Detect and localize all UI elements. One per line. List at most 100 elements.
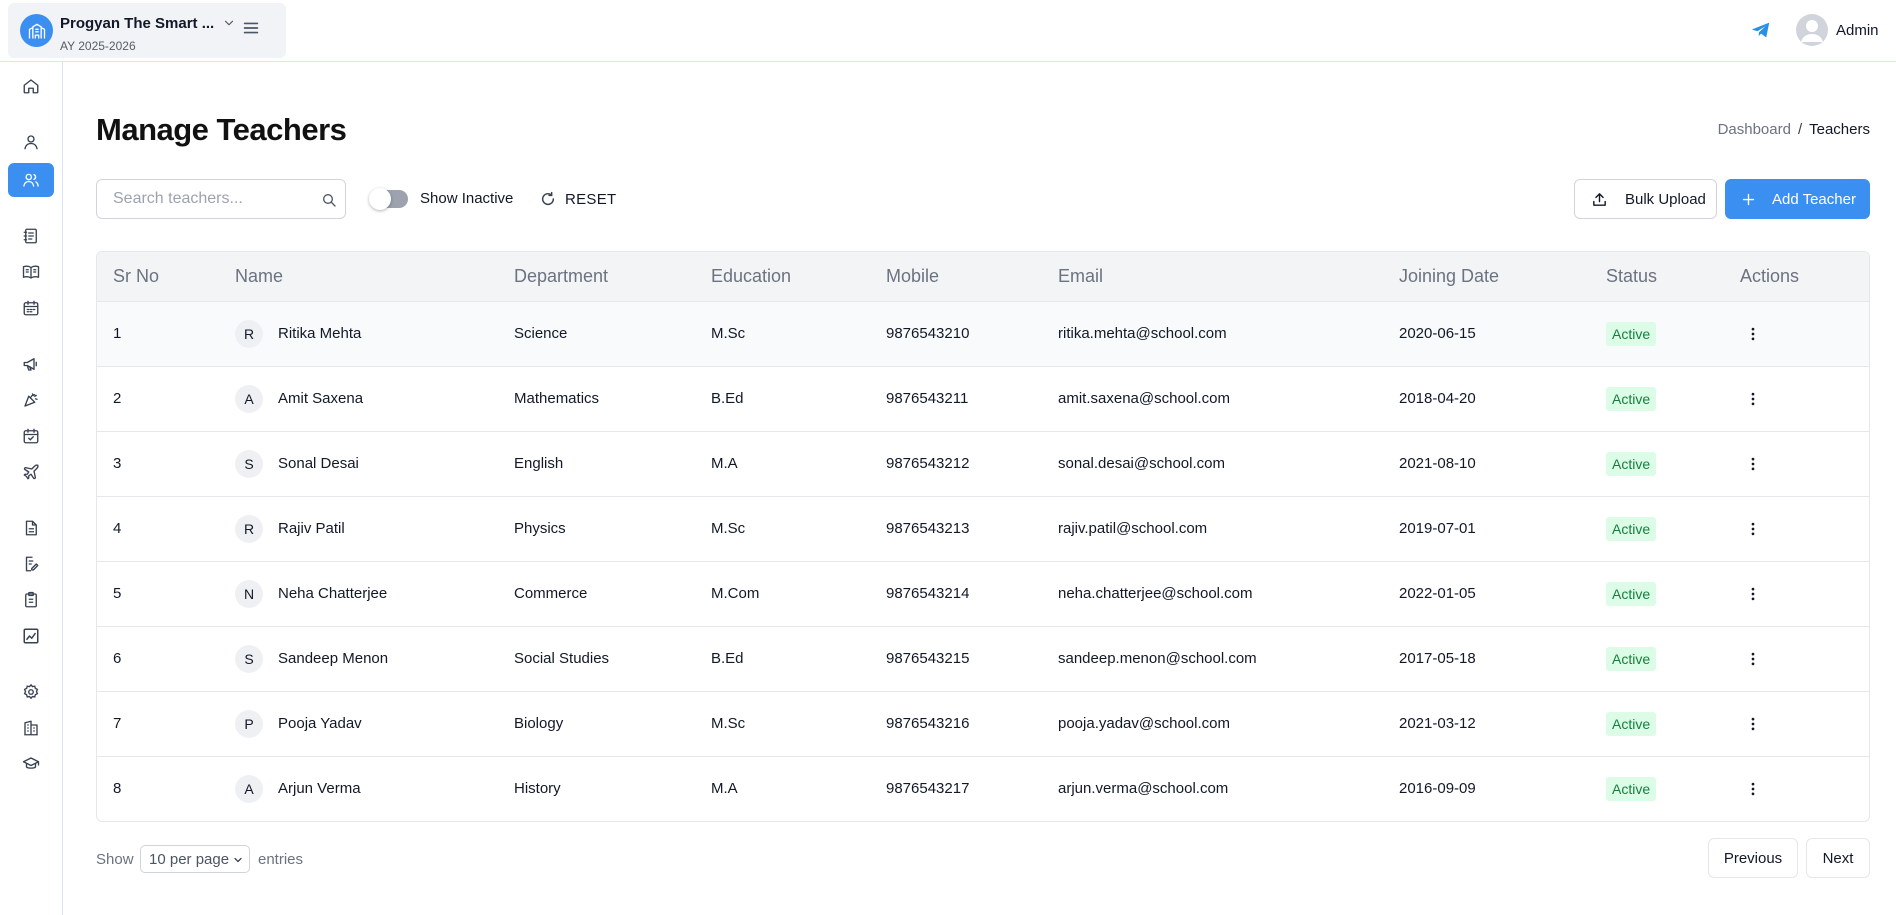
add-teacher-label: Add Teacher	[1772, 190, 1856, 208]
table-row[interactable]: 2 A Amit Saxena Mathematics B.Ed 9876543211 am…	[97, 366, 1869, 431]
sidebar-item-exams[interactable]	[8, 583, 54, 617]
column-header[interactable]: Email	[1042, 252, 1383, 302]
per-page-select[interactable]: 10 per page	[140, 845, 250, 873]
table-row[interactable]: 8 A Arjun Verma History M.A 9876543217 arjun.v…	[97, 756, 1869, 821]
name-cell: R Ritika Mehta	[235, 319, 498, 348]
reset-button[interactable]: RESET	[540, 189, 617, 209]
chart-image-icon	[23, 628, 39, 644]
sidebar-item-library[interactable]	[8, 255, 54, 289]
user-menu[interactable]: Admin	[1796, 14, 1879, 46]
sidebar-item-assignments[interactable]	[8, 547, 54, 581]
cell-mobile: 9876543214	[886, 585, 970, 602]
megaphone-icon	[23, 358, 37, 371]
notebook-icon	[23, 228, 37, 244]
sidebar-item-reports[interactable]	[8, 619, 54, 653]
search-input[interactable]	[97, 180, 317, 218]
sidebar-item-documents[interactable]	[8, 511, 54, 545]
menu-icon[interactable]	[240, 17, 262, 39]
name-cell: A Amit Saxena	[235, 384, 498, 413]
status-badge: Active	[1606, 386, 1657, 411]
sidebar-item-profile[interactable]	[8, 125, 54, 159]
add-teacher-button[interactable]: Add Teacher	[1725, 179, 1870, 219]
sidebar-item-notebook[interactable]	[8, 219, 54, 253]
cell-sr-no: 8	[113, 780, 122, 798]
sidebar-item-academics[interactable]	[8, 747, 54, 781]
sidebar-item-trips[interactable]	[8, 455, 54, 489]
academic-year: AY 2025-2026	[60, 39, 136, 53]
cell-mobile: 9876543216	[886, 715, 970, 732]
cell-department: Biology	[514, 715, 564, 732]
column-header[interactable]: Mobile	[870, 252, 1042, 302]
show-inactive-toggle[interactable]	[369, 188, 408, 210]
breadcrumb-dashboard[interactable]: Dashboard	[1718, 121, 1791, 138]
more-vertical-icon[interactable]	[1744, 715, 1762, 733]
bulk-upload-button[interactable]: Bulk Upload	[1574, 179, 1717, 219]
table-row[interactable]: 1 R Ritika Mehta Science M.Sc 9876543210 ritik…	[97, 301, 1869, 366]
sidebar	[0, 62, 63, 915]
avatar: S	[235, 644, 263, 673]
breadcrumb-separator: /	[1797, 121, 1803, 138]
column-header[interactable]: Sr No	[97, 252, 219, 302]
cell-education: M.Com	[711, 585, 760, 602]
previous-page-button[interactable]: Previous	[1708, 838, 1798, 878]
table-row[interactable]: 3 S Sonal Desai English M.A 9876543212 sonal.d…	[97, 431, 1869, 496]
chevron-down-icon[interactable]	[222, 16, 236, 30]
avatar: P	[235, 709, 263, 738]
cell-joining-date: 2019-07-01	[1399, 520, 1476, 537]
status-badge: Active	[1606, 321, 1657, 346]
more-vertical-icon[interactable]	[1744, 520, 1762, 538]
cell-mobile: 9876543210	[886, 325, 970, 342]
sidebar-item-settings[interactable]	[8, 675, 54, 709]
column-header[interactable]: Status	[1590, 252, 1724, 302]
cell-email: neha.chatterjee@school.com	[1058, 585, 1253, 602]
cell-sr-no: 5	[113, 585, 122, 602]
sidebar-item-teachers[interactable]	[8, 163, 54, 197]
next-page-button[interactable]: Next	[1806, 838, 1870, 878]
upload-icon	[1593, 192, 1606, 206]
search-icon[interactable]	[321, 192, 337, 208]
column-header[interactable]: Department	[498, 252, 695, 302]
cell-mobile: 9876543215	[886, 650, 970, 667]
cell-sr-no: 4	[113, 520, 122, 537]
more-vertical-icon[interactable]	[1744, 650, 1762, 668]
cell-email: arjun.verma@school.com	[1058, 780, 1229, 798]
sidebar-item-schedule[interactable]	[8, 419, 54, 453]
cell-sr-no: 2	[113, 390, 122, 407]
cell-mobile: 9876543213	[886, 520, 970, 537]
cell-email: ritika.mehta@school.com	[1058, 325, 1227, 342]
cell-education: M.Sc	[711, 715, 746, 732]
show-inactive-label: Show Inactive	[420, 190, 514, 207]
cell-status: Active	[1590, 366, 1724, 431]
column-header[interactable]: Joining Date	[1383, 252, 1590, 302]
avatar: R	[235, 514, 263, 543]
more-vertical-icon[interactable]	[1744, 455, 1762, 473]
more-vertical-icon[interactable]	[1744, 390, 1762, 408]
cell-name: S Sonal Desai	[219, 431, 498, 496]
cell-department: History	[514, 780, 561, 798]
school-name: Progyan The Smart ...	[60, 15, 215, 32]
column-header[interactable]: Education	[695, 252, 870, 302]
gear-icon	[23, 683, 39, 700]
cell-mobile: 9876543211	[886, 390, 969, 407]
sidebar-item-events[interactable]	[8, 383, 54, 417]
more-vertical-icon[interactable]	[1744, 585, 1762, 603]
more-vertical-icon[interactable]	[1744, 325, 1762, 343]
telegram-icon[interactable]	[1750, 19, 1772, 41]
table-row[interactable]: 6 S Sandeep Menon Social Studies B.Ed 9876543…	[97, 626, 1869, 691]
cell-joining-date: 2021-08-10	[1399, 455, 1476, 472]
table-row[interactable]: 7 P Pooja Yadav Biology M.Sc 9876543216 pooja.…	[97, 691, 1869, 756]
column-header[interactable]: Name	[219, 252, 498, 302]
table-row[interactable]: 5 N Neha Chatterjee Commerce M.Com 9876543214…	[97, 561, 1869, 626]
sidebar-item-home[interactable]	[8, 69, 54, 103]
avatar: N	[235, 579, 263, 608]
sidebar-item-school[interactable]	[8, 711, 54, 745]
cell-email: amit.saxena@school.com	[1058, 390, 1230, 407]
name-cell: R Rajiv Patil	[235, 514, 498, 543]
cell-sr-no: 3	[113, 455, 122, 472]
sidebar-item-calendar[interactable]	[8, 291, 54, 325]
table-row[interactable]: 4 R Rajiv Patil Physics M.Sc 9876543213 rajiv.…	[97, 496, 1869, 561]
breadcrumb: Dashboard / Teachers	[1718, 121, 1870, 138]
teacher-name: Pooja Yadav	[278, 715, 362, 732]
sidebar-item-announcements[interactable]	[8, 347, 54, 381]
more-vertical-icon[interactable]	[1744, 780, 1762, 798]
